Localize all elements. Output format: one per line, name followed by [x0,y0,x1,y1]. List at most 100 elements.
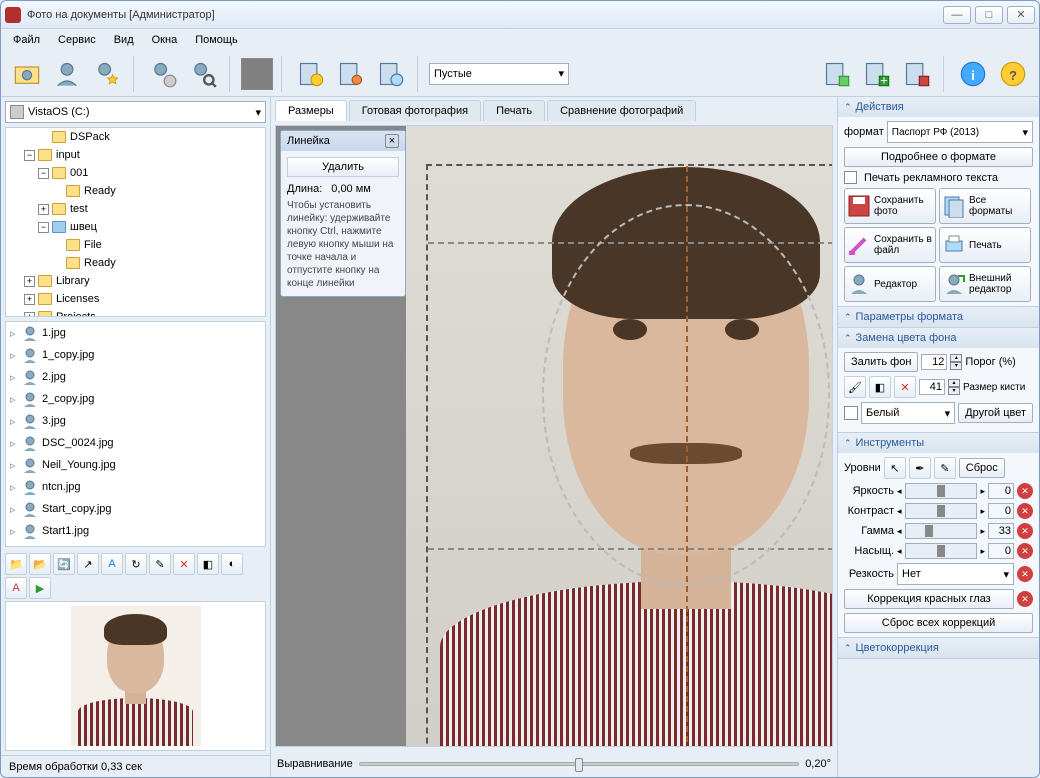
tree-expander-icon[interactable]: + [38,204,49,215]
current-color-swatch[interactable] [241,58,273,90]
color-combo[interactable]: Белый▾ [861,402,955,424]
menu-file[interactable]: Файл [5,32,48,48]
clear-tool-icon[interactable]: ✕ [894,376,916,398]
tree-item[interactable]: +Licenses [6,290,265,308]
file-item[interactable]: ▹2.jpg [6,366,265,388]
reset-all-button[interactable]: Сброс всех коррекций [844,613,1033,633]
tree-expander-icon[interactable]: − [24,150,35,161]
tree-item[interactable]: Ready [6,254,265,272]
redeye-button[interactable]: Коррекция красных глаз [844,589,1014,609]
tab-print[interactable]: Печать [483,100,545,121]
tab-ready-photo[interactable]: Готовая фотография [349,100,481,121]
toolbar-list-plus-icon[interactable]: + [859,56,895,92]
file-item[interactable]: ▹1.jpg [6,322,265,344]
other-color-button[interactable]: Другой цвет [958,403,1033,423]
save-photo-button[interactable]: Сохранить фото [844,188,936,224]
crop-rectangle[interactable] [426,164,833,747]
gamma-reset-icon[interactable]: ✕ [1017,523,1033,539]
panel-bgcolor-header[interactable]: ⌃Замена цвета фона [838,328,1039,348]
editor-button[interactable]: Редактор [844,266,936,302]
toolbar-settings-icon[interactable] [293,56,329,92]
eyedropper-white-icon[interactable]: ✎ [934,457,956,479]
menu-service[interactable]: Сервис [50,32,104,48]
levels-reset-button[interactable]: Сброс [959,458,1005,478]
ruler-delete-button[interactable]: Удалить [287,157,399,177]
tree-item[interactable]: DSPack [6,128,265,146]
toolbar-person-icon[interactable] [49,56,85,92]
gamma-slider[interactable] [905,523,978,539]
format-combo[interactable]: Паспорт РФ (2013) ▾ [887,121,1033,143]
brightness-reset-icon[interactable]: ✕ [1017,483,1033,499]
sharp-reset-icon[interactable]: ✕ [1017,566,1033,582]
mini-eraser-icon[interactable]: ◧ [197,553,219,575]
mini-rotate-icon[interactable]: ↻ [125,553,147,575]
mini-edit-icon[interactable]: ✎ [149,553,171,575]
file-item[interactable]: ▹Start1.jpg [6,520,265,542]
file-item[interactable]: ▹DSC_0024.jpg [6,432,265,454]
all-formats-button[interactable]: Все форматы [939,188,1031,224]
brush-size-input[interactable] [919,379,945,395]
panel-actions-header[interactable]: ⌃Действия [838,97,1039,117]
threshold-input[interactable] [921,354,947,370]
menu-windows[interactable]: Окна [144,32,186,48]
menu-view[interactable]: Вид [106,32,142,48]
ad-text-checkbox[interactable] [844,171,857,184]
tab-compare[interactable]: Сравнение фотографий [547,100,696,121]
brush-tool-icon[interactable]: 🖌 [844,376,866,398]
mini-play-icon[interactable]: ▶ [29,577,51,599]
format-details-button[interactable]: Подробнее о формате [844,147,1033,167]
panel-colorcorr-header[interactable]: ⌃Цветокоррекция [838,638,1039,658]
menu-help[interactable]: Помощь [187,32,246,48]
alignment-slider[interactable] [359,762,799,766]
file-item[interactable]: ▹Start_copy.jpg [6,498,265,520]
toolbar-help-icon[interactable]: ? [995,56,1031,92]
toolbar-info-icon[interactable]: i [955,56,991,92]
maximize-button[interactable]: □ [975,6,1003,24]
file-item[interactable]: ▹3.jpg [6,410,265,432]
fill-bg-button[interactable]: Залить фон [844,352,918,372]
redeye-reset-icon[interactable]: ✕ [1017,591,1033,607]
mini-folder-new-icon[interactable]: 📁 [5,553,27,575]
print-button[interactable]: Печать [939,227,1031,263]
file-item[interactable]: ▹2_copy.jpg [6,388,265,410]
brightness-slider[interactable] [905,483,978,499]
tree-expander-icon[interactable]: − [38,168,49,179]
mini-text2-icon[interactable]: A [5,577,27,599]
tree-item[interactable]: −швец [6,218,265,236]
tree-item[interactable]: +test [6,200,265,218]
mini-folder-open-icon[interactable]: 📂 [29,553,51,575]
toolbar-person-star-icon[interactable] [89,56,125,92]
toolbar-list-remove-icon[interactable] [899,56,935,92]
close-button[interactable]: ✕ [1007,6,1035,24]
tree-item[interactable]: +Library [6,272,265,290]
contrast-reset-icon[interactable]: ✕ [1017,503,1033,519]
mini-text-icon[interactable]: A [101,553,123,575]
file-item[interactable]: ▹Neil_Young.jpg [6,454,265,476]
toolbar-gear-person-icon[interactable] [145,56,181,92]
file-item[interactable]: ▹ntcn.jpg [6,476,265,498]
file-list[interactable]: ▹1.jpg▹1_copy.jpg▹2.jpg▹2_copy.jpg▹3.jpg… [5,321,266,547]
external-editor-button[interactable]: Внешний редактор [939,266,1031,302]
tree-expander-icon[interactable]: + [24,312,35,318]
sharp-combo[interactable]: Нет▾ [897,563,1014,585]
eraser-tool-icon[interactable]: ◧ [869,376,891,398]
drive-combo[interactable]: VistaOS (C:) ▾ [5,101,266,123]
mini-refresh-icon[interactable]: 🔄 [53,553,75,575]
brush-spinner[interactable]: ▴▾ [948,379,960,395]
saturation-slider[interactable] [905,543,978,559]
ruler-close-icon[interactable]: × [385,134,399,148]
photo-canvas[interactable]: Линейка × Удалить Длина: 0,00 мм Чтобы у… [275,125,833,747]
toolbar-open-icon[interactable] [9,56,45,92]
folder-tree[interactable]: DSPack−input−001Ready+test−швецFileReady… [5,127,266,317]
tree-expander-icon[interactable]: − [38,222,49,233]
tree-item[interactable]: −input [6,146,265,164]
tab-sizes[interactable]: Размеры [275,100,347,121]
minimize-button[interactable]: — [943,6,971,24]
panel-format-params-header[interactable]: ⌃Параметры формата [838,307,1039,327]
tree-item[interactable]: −001 [6,164,265,182]
tree-item[interactable]: Ready [6,182,265,200]
mini-delete-icon[interactable]: ✕ [173,553,195,575]
contrast-slider[interactable] [905,503,978,519]
tree-item[interactable]: File [6,236,265,254]
toolbar-time-settings-icon[interactable] [373,56,409,92]
